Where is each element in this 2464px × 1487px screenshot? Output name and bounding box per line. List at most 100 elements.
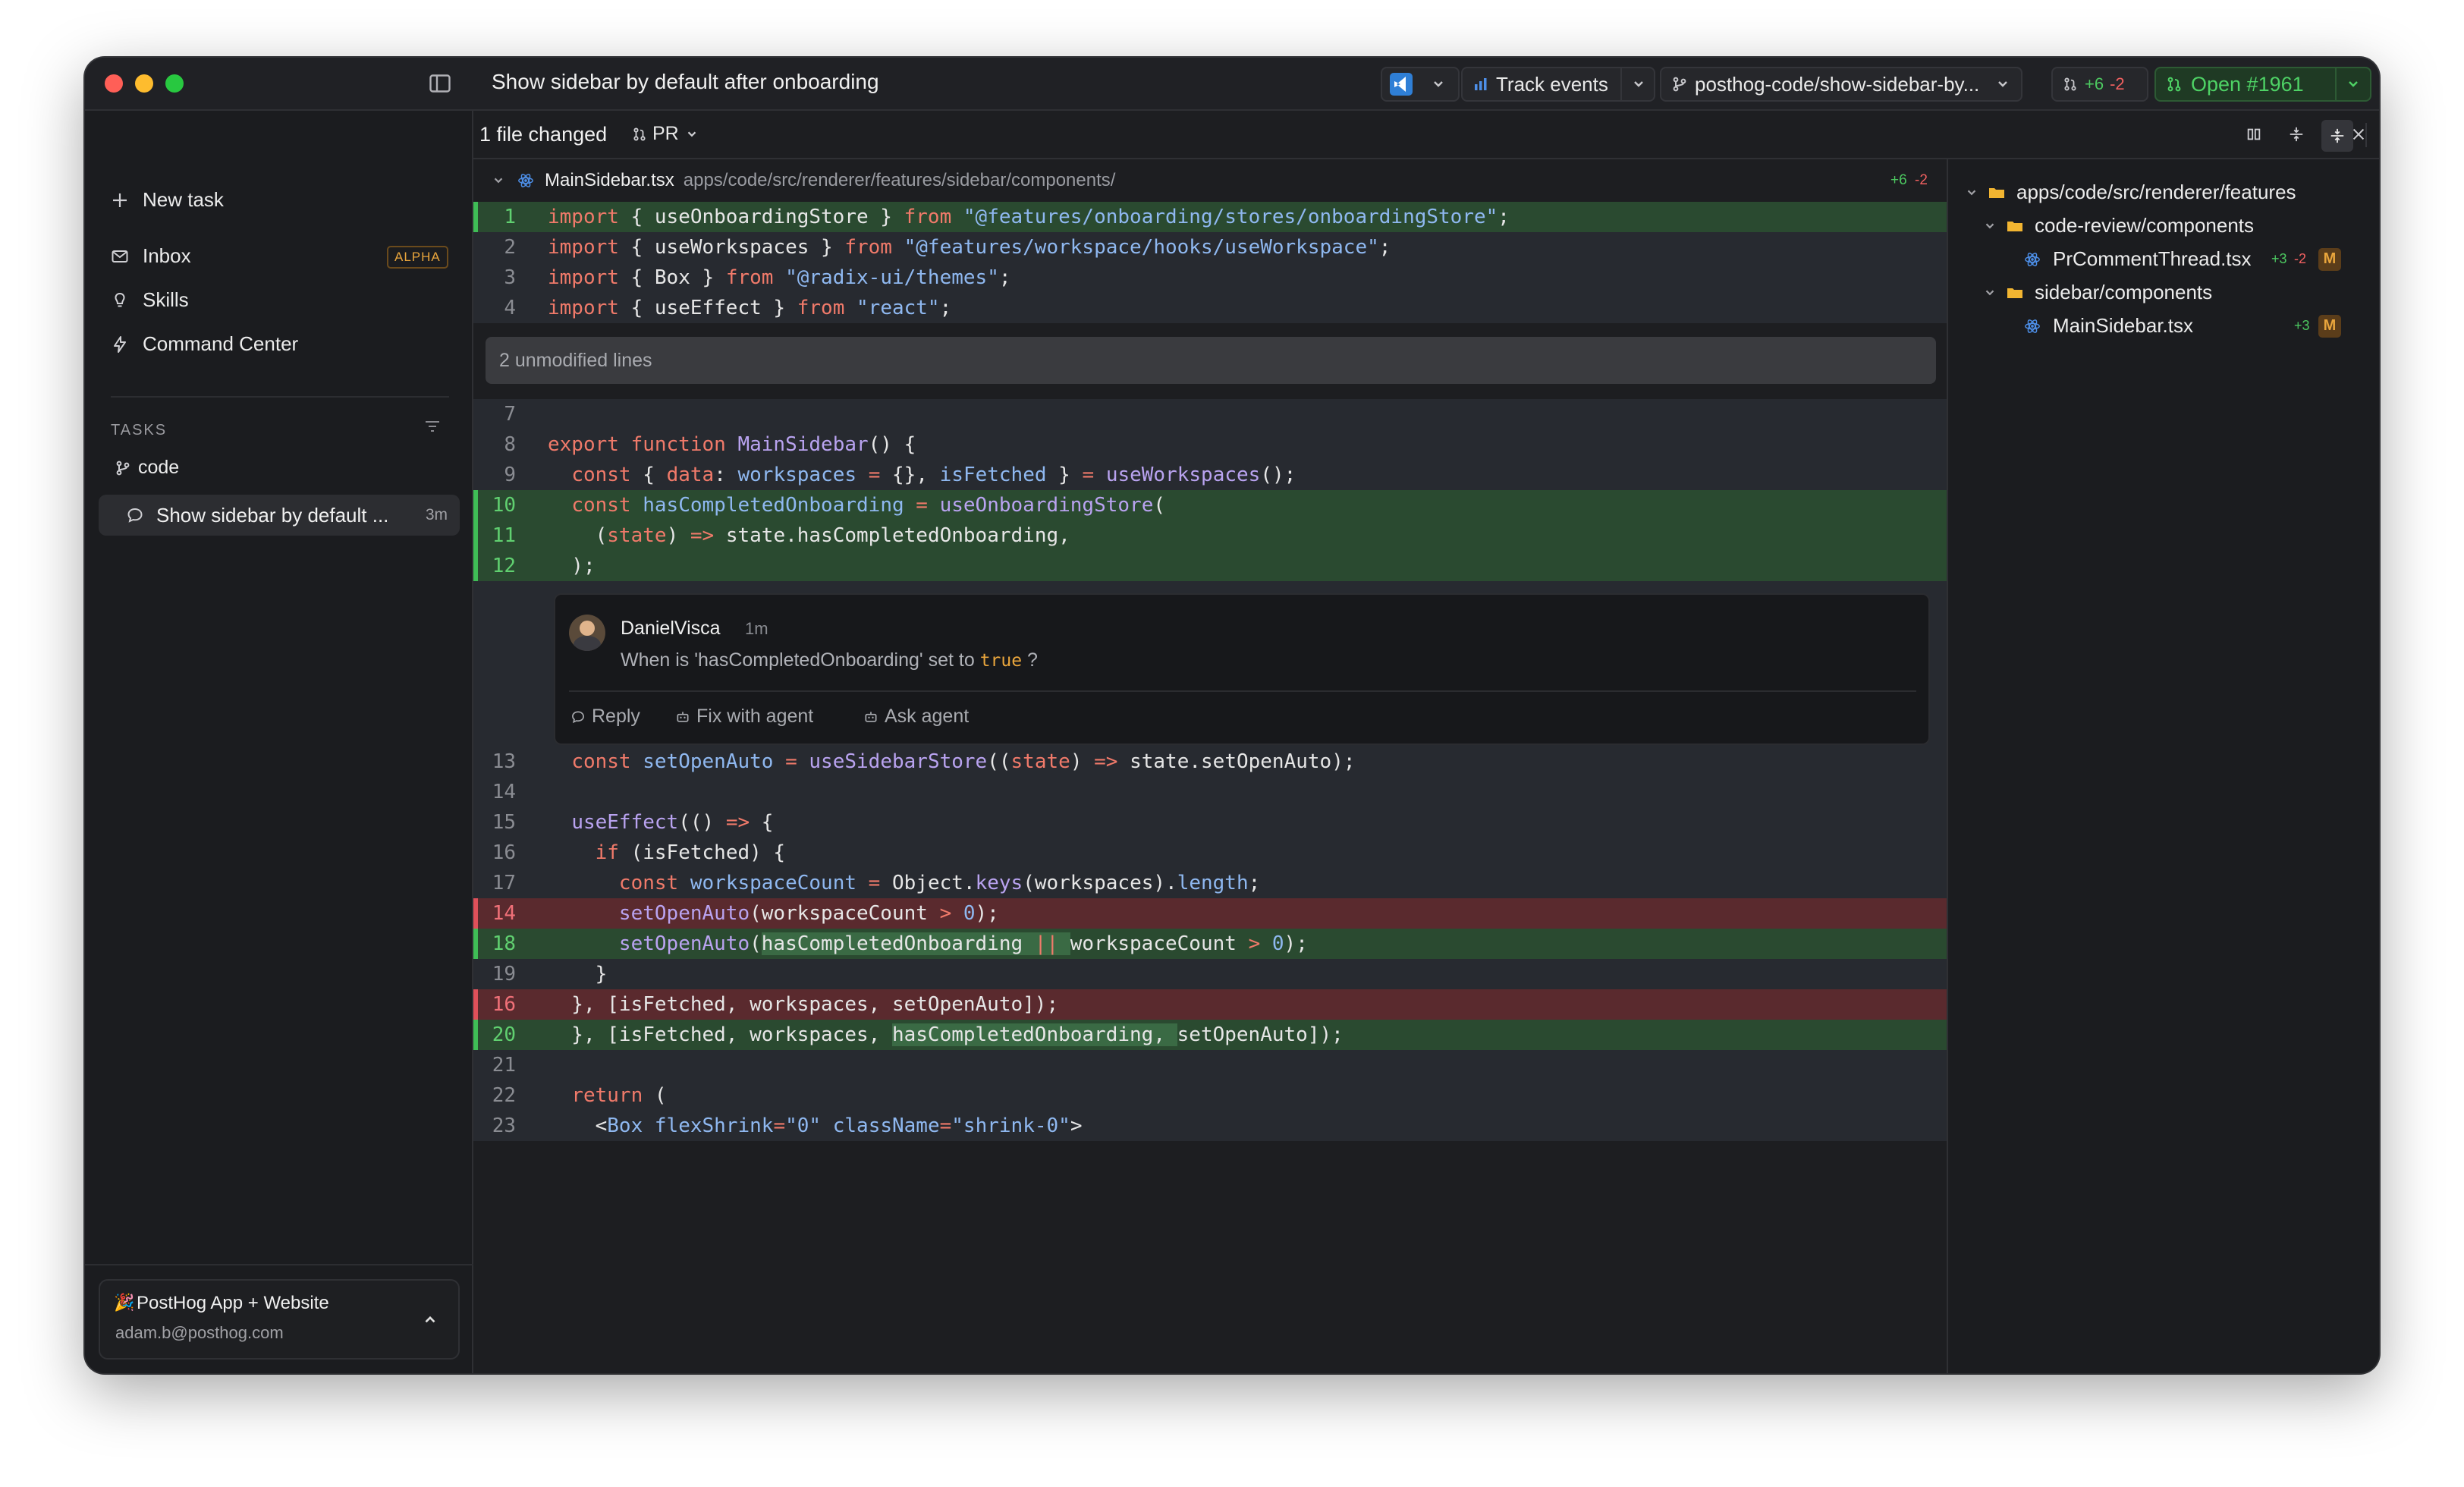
collapse-button[interactable] (2321, 120, 2353, 152)
modified-badge: M (2318, 314, 2341, 338)
reply-label: Reply (592, 706, 640, 727)
diff-line: 19 } (473, 959, 1947, 989)
task-item-active[interactable]: Show sidebar by default ... 3m (99, 495, 460, 536)
file-label: PrCommentThread.tsx (2053, 247, 2252, 270)
divider (111, 396, 449, 398)
branch-name: posthog-code/show-sidebar-by... (1695, 72, 1980, 96)
chevron-down-icon[interactable] (1631, 77, 1646, 92)
chevron-down-icon (1998, 81, 2007, 87)
ask-agent-button[interactable]: Ask agent (863, 706, 969, 728)
folder-label: code-review/components (2035, 214, 2255, 237)
tree-folder-code-review[interactable]: code-review/components (1983, 214, 2254, 237)
minimize-window-button[interactable] (135, 74, 153, 93)
org-name: PostHog App + Website (137, 1293, 329, 1313)
repo-item-code[interactable]: code (115, 457, 179, 479)
vscode-icon (1390, 73, 1413, 96)
sidebar-toggle-icon[interactable] (429, 74, 451, 93)
reply-button[interactable]: Reply (570, 706, 640, 728)
file-header[interactable]: MainSidebar.tsx apps/code/src/renderer/f… (473, 159, 1947, 202)
comment-text: ? (1022, 649, 1038, 671)
chevron-up-icon (425, 1316, 435, 1323)
tree-folder-root[interactable]: apps/code/src/renderer/features (1965, 181, 2296, 204)
diff-toolbar: 1 file changed PR (473, 111, 2379, 159)
sidebar-item-inbox[interactable]: Inbox (111, 244, 191, 268)
diff-line: 16 if (isFetched) { (473, 838, 1947, 868)
git-branch-icon (116, 461, 130, 475)
file-label: MainSidebar.tsx (2053, 314, 2193, 337)
sidebar-item-command-center[interactable]: Command Center (111, 332, 298, 356)
file-tree: apps/code/src/renderer/features code-rev… (1950, 159, 2379, 1373)
modified-badge: M (2318, 247, 2341, 271)
open-pr-button[interactable]: Open #1961 (2154, 67, 2371, 102)
avatar (569, 615, 605, 651)
file-add-count: +6 (1890, 172, 1907, 188)
expand-unmodified-lines[interactable]: 2 unmodified lines (486, 337, 1936, 384)
diff-line-added: 20 }, [isFetched, workspaces, hasComplet… (473, 1020, 1947, 1050)
comment-author: DanielVisca (621, 618, 721, 639)
git-pull-request-icon (2064, 77, 2076, 91)
file-add-count: +3 (2294, 318, 2310, 333)
robot-icon (865, 711, 877, 722)
git-pull-request-icon (633, 127, 646, 140)
comment-body: When is 'hasCompletedOnboarding' set to … (621, 649, 1038, 671)
left-sidebar: New task Inbox ALPHA Skills Command Cent… (85, 111, 473, 1373)
repo-label: code (138, 457, 180, 478)
sidebar-item-skills[interactable]: Skills (111, 288, 189, 312)
diff-line: 3 import { Box } from "@radix-ui/themes"… (473, 263, 1947, 293)
chevron-down-icon (687, 131, 696, 137)
fix-label: Fix with agent (696, 706, 814, 727)
diff-line: 4 import { useEffect } from "react"; (473, 293, 1947, 323)
react-icon (2025, 252, 2040, 266)
chevron-down-icon (1967, 190, 1976, 195)
task-title: Show sidebar by default ... (156, 503, 389, 527)
folder-icon (2007, 288, 2022, 298)
diff-line-added: 10 const hasCompletedOnboarding = useOnb… (473, 490, 1947, 520)
pr-label: PR (652, 123, 679, 144)
open-in-editor-button[interactable] (1381, 67, 1460, 102)
chat-bubble-icon (127, 508, 143, 523)
main-panel: 1 file changed PR MainSidebar.tsx apps/c… (473, 111, 2379, 1373)
file-del-count: -2 (1915, 172, 1928, 188)
diff-line: 14 (473, 777, 1947, 807)
diff-line: 2 import { useWorkspaces } from "@featur… (473, 232, 1947, 263)
comment-text: When is 'hasCompletedOnboarding' set to (621, 649, 980, 671)
diff-line-added: 12 ); (473, 551, 1947, 581)
track-events-label: Track events (1496, 72, 1608, 96)
diff-stats-button[interactable]: +6 -2 (2051, 67, 2148, 102)
folder-label: sidebar/components (2035, 281, 2213, 303)
pr-dropdown[interactable]: PR (633, 123, 699, 145)
titlebar: Show sidebar by default after onboarding… (85, 58, 2379, 111)
close-window-button[interactable] (105, 74, 123, 93)
comment-code: true (979, 651, 1023, 671)
files-changed-label: 1 file changed (479, 123, 608, 146)
alpha-badge: ALPHA (387, 246, 448, 269)
split-view-icon[interactable] (2246, 126, 2262, 143)
new-task-button[interactable]: New task (111, 188, 224, 212)
divider (569, 690, 1916, 692)
tree-file-prcommentthread[interactable]: PrCommentThread.tsx +3 -2 M (2024, 247, 2370, 271)
file-path: apps/code/src/renderer/features/sidebar/… (683, 170, 1116, 190)
git-branch-icon (1673, 77, 1686, 92)
maximize-window-button[interactable] (165, 74, 184, 93)
new-task-label: New task (143, 188, 224, 211)
sidebar-item-label: Command Center (143, 332, 299, 355)
tree-file-mainsidebar[interactable]: MainSidebar.tsx +3 M (2024, 314, 2370, 338)
branch-selector[interactable]: posthog-code/show-sidebar-by... (1660, 67, 2022, 102)
diff-view: MainSidebar.tsx apps/code/src/renderer/f… (473, 159, 1948, 1373)
chevron-down-icon (1434, 81, 1443, 87)
track-events-button[interactable]: Track events (1461, 67, 1655, 102)
chevron-down-icon[interactable] (2346, 77, 2361, 92)
collapse-icon (2330, 128, 2344, 143)
expand-icon[interactable] (2288, 126, 2305, 143)
diff-line-added: 11 (state) => state.hasCompletedOnboardi… (473, 520, 1947, 551)
filter-icon[interactable] (423, 417, 442, 435)
plus-icon (113, 193, 127, 207)
divider (85, 1264, 473, 1265)
diff-line-added: 18 setOpenAuto(hasCompletedOnboarding ||… (473, 929, 1947, 959)
tree-folder-sidebar[interactable]: sidebar/components (1983, 281, 2212, 304)
fix-with-agent-button[interactable]: Fix with agent (675, 706, 813, 728)
window-title: Show sidebar by default after onboarding (492, 70, 879, 93)
org-switcher[interactable]: 🎉 PostHog App + Website adam.b@posthog.c… (99, 1279, 460, 1360)
close-icon[interactable] (2350, 126, 2367, 143)
folder-icon (1989, 187, 2004, 198)
